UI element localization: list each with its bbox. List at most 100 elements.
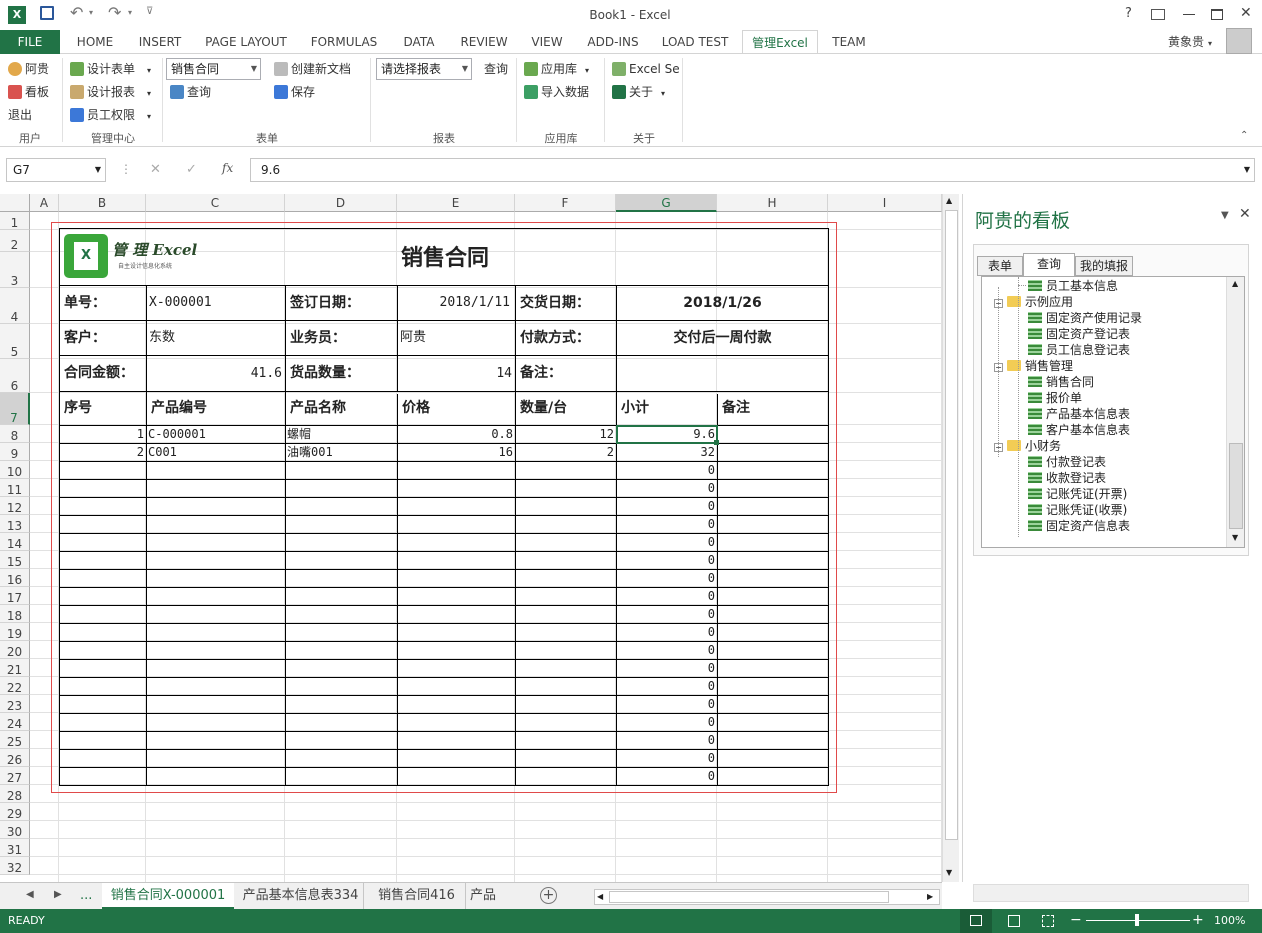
pane-horizontal-scrollbar[interactable] [973,884,1249,902]
label-sign-date[interactable]: 签订日期： [286,286,397,320]
column-header[interactable]: F [515,194,616,212]
tab-home[interactable]: HOME [64,30,126,54]
tree-item[interactable]: 固定资产信息表 [1028,518,1130,534]
tree-item[interactable]: 报价单 [1028,390,1082,406]
column-header[interactable]: A [30,194,59,212]
maximize-icon[interactable] [1211,9,1223,20]
tree-item[interactable]: 客户基本信息表 [1028,422,1130,438]
design-form-button[interactable]: 设计表单 ▾ [70,59,151,79]
tree-item[interactable]: 固定资产使用记录 [1028,310,1142,326]
logo-subtitle[interactable]: 自主设计信息化系统 [118,262,198,272]
row-header[interactable]: 29 [0,803,30,821]
normal-view-icon[interactable] [960,909,992,933]
row-header[interactable]: 26 [0,749,30,767]
hscroll-left-icon[interactable]: ◀ [597,892,603,901]
table-cell[interactable]: 螺帽 [286,426,395,443]
tree-folder[interactable]: − 销售管理 [994,358,1073,374]
column-header[interactable]: H [717,194,828,212]
label-payment[interactable]: 付款方式： [516,321,616,355]
row-header[interactable]: 7 [0,393,30,425]
ribbon-display-icon[interactable] [1151,9,1165,20]
row-header[interactable]: 16 [0,569,30,587]
column-header[interactable]: D [285,194,397,212]
logo-text[interactable]: 管 理 Excel [112,240,202,260]
subtotal-zero[interactable]: 0 [617,498,715,515]
tab-team[interactable]: TEAM [824,30,874,54]
table-header[interactable]: 产品名称 [286,392,397,425]
row-header[interactable]: 1 [0,212,30,230]
worksheet-grid[interactable]: ABCDEFGHIJ 12345678910111213141516171819… [0,194,942,882]
row-header[interactable]: 4 [0,288,30,324]
next-sheet-icon[interactable]: ▶ [54,889,62,900]
sheet-tab[interactable]: 产品基本信息表334 [238,883,364,910]
value-quantity[interactable]: 14 [398,356,514,391]
subtotal-zero[interactable]: 0 [617,570,715,587]
tab-insert[interactable]: INSERT [128,30,192,54]
column-header[interactable]: G [616,194,717,212]
pane-tab-query[interactable]: 查询 [1023,253,1075,276]
scroll-down-icon[interactable]: ▼ [946,868,952,877]
subtotal-zero[interactable]: 0 [617,624,715,641]
about-button[interactable]: 关于 ▾ [612,82,665,102]
value-delivery-date[interactable]: 2018/1/26 [617,286,828,320]
zoom-in-icon[interactable]: + [1192,912,1204,928]
staff-permission-button[interactable]: 员工权限 ▾ [70,105,151,125]
table-cell[interactable] [718,444,826,461]
sheet-tab[interactable]: 产品 [470,883,510,910]
pane-close-icon[interactable]: ✕ [1239,206,1251,222]
column-header[interactable]: I [828,194,942,212]
row-header[interactable]: 13 [0,515,30,533]
label-remark[interactable]: 备注： [516,356,616,391]
excel-app-icon[interactable]: X [8,6,26,24]
subtotal-zero[interactable]: 0 [617,516,715,533]
form-select[interactable]: 销售合同 ▼ [166,58,261,80]
label-order-no[interactable]: 单号： [60,286,146,320]
tree-item[interactable]: 员工信息登记表 [1028,342,1130,358]
subtotal-zero[interactable]: 0 [617,750,715,767]
report-select[interactable]: 请选择报表 ▼ [376,58,472,80]
scrollbar-thumb[interactable] [945,210,958,840]
select-all-corner[interactable] [0,194,30,212]
subtotal-zero[interactable]: 0 [617,552,715,569]
label-delivery-date[interactable]: 交货日期： [516,286,616,320]
report-query-button[interactable]: 查询 [484,59,508,79]
row-header[interactable]: 14 [0,533,30,551]
row-header[interactable]: 11 [0,479,30,497]
row-header[interactable]: 19 [0,623,30,641]
add-sheet-icon[interactable]: + [540,887,557,904]
table-cell[interactable]: 16 [398,444,513,461]
row-header[interactable]: 8 [0,425,30,443]
row-header[interactable]: 25 [0,731,30,749]
dashboard-button[interactable]: 看板 [8,82,49,102]
undo-dropdown-icon[interactable]: ▾ [89,8,93,17]
label-customer[interactable]: 客户： [60,321,146,355]
subtotal-zero[interactable]: 0 [617,462,715,479]
table-header[interactable]: 产品编号 [147,392,285,425]
tab-formulas[interactable]: FORMULAS [302,30,386,54]
table-header[interactable]: 序号 [60,392,146,425]
tree-folder[interactable]: − 示例应用 [994,294,1073,310]
table-cell[interactable]: 12 [516,426,614,443]
vertical-scrollbar[interactable]: ▲ ▼ [942,194,959,882]
tree-view[interactable]: 员工基本信息 − 示例应用 固定资产使用记录 固定资产登记表 员工信息登记表 − 销售管理 销售… [981,276,1245,548]
table-header[interactable]: 价格 [398,392,515,425]
avatar[interactable] [1226,28,1252,54]
table-cell[interactable]: 2 [60,444,144,461]
row-header[interactable]: 32 [0,857,30,875]
zoom-slider-thumb[interactable] [1135,914,1139,926]
row-header[interactable]: 17 [0,587,30,605]
table-cell[interactable]: C-000001 [147,426,283,443]
row-header[interactable]: 12 [0,497,30,515]
cancel-entry-icon[interactable]: ✕ [150,162,161,177]
subtotal-zero[interactable]: 0 [617,696,715,713]
tree-item[interactable]: 收款登记表 [1028,470,1106,486]
row-header[interactable]: 21 [0,659,30,677]
column-header[interactable]: E [397,194,515,212]
table-cell[interactable]: 1 [60,426,144,443]
collapse-ribbon-icon[interactable]: ⌃ [1240,130,1248,141]
subtotal-zero[interactable]: 0 [617,480,715,497]
row-header[interactable]: 28 [0,785,30,803]
subtotal-zero[interactable]: 0 [617,642,715,659]
save-icon[interactable] [40,6,54,20]
hscroll-right-icon[interactable]: ▶ [927,892,933,901]
